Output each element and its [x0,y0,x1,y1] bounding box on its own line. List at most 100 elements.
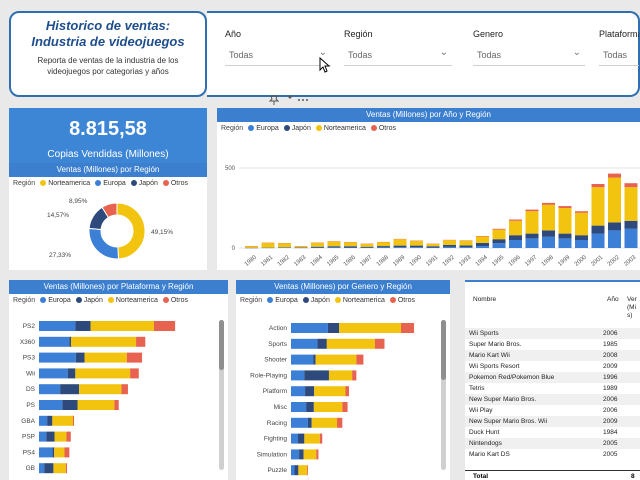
bar-segment-otros[interactable] [337,417,343,428]
bar-segment-norteamerica[interactable] [558,208,572,234]
slicer-genre[interactable]: Genero Todas ⌄ [473,29,585,66]
bar-segment-japón[interactable] [575,235,588,240]
bar-segment-norteamerica[interactable] [79,384,122,395]
bar-segment-japón[interactable] [608,222,621,231]
focus-dot-icon[interactable] [288,95,292,99]
bar-segment-europa[interactable] [291,402,307,412]
bar-segment-europa[interactable] [525,238,539,248]
genre-bar-chart[interactable]: Action Sports Shooter Role-Playing Platform M… [236,308,441,480]
bar-segment-norteamerica[interactable] [393,239,407,246]
slicer-platform-dropdown[interactable]: Todas [599,46,639,66]
bar-segment-norteamerica[interactable] [624,187,638,221]
more-options-icon[interactable] [298,99,308,101]
bar-segment-norteamerica[interactable] [54,431,67,442]
bar-segment-japón[interactable] [327,246,341,248]
bar-segment-otros[interactable] [66,431,71,442]
chevron-down-icon[interactable]: ⌄ [440,47,448,58]
bar-segment-japón[interactable] [492,239,506,244]
bar-segment-europa[interactable] [624,228,638,248]
bar-segment-norteamerica[interactable] [261,242,275,248]
bar-segment-otros[interactable] [307,465,309,476]
bar-segment-europa[interactable] [291,449,300,460]
bar-segment-norteamerica[interactable] [443,240,456,245]
platform-bar-chart[interactable]: PS2 X360 PS3 Wii DS PS GBA PSP PS4 GB [9,308,219,480]
bar-segment-europa[interactable] [291,433,299,444]
bar-segment-norteamerica[interactable] [315,354,357,365]
table-row[interactable]: Mario Kart Wii 2008 [465,350,640,361]
bar-segment-europa[interactable] [608,230,621,248]
slicer-platform[interactable]: Plataforma Todas [599,29,639,66]
bar-segment-europa[interactable] [291,465,295,476]
bar-segment-europa[interactable] [476,246,489,248]
bar-segment-japón[interactable] [62,400,78,410]
bar-segment-japón[interactable] [476,242,489,247]
bar-segment-japón[interactable] [558,233,572,239]
bar-segment-japón[interactable] [426,246,440,248]
legend-item[interactable]: Norteamerica [107,297,158,304]
bar-segment-europa[interactable] [291,386,306,397]
table-row[interactable]: New Super Mario Bros. 2006 [465,394,640,405]
legend-item[interactable]: Norteamerica [315,125,366,132]
table-row[interactable]: Pokemon Red/Pokemon Blue 1996 [465,372,640,383]
table-row[interactable]: Wii Sports 2006 [465,328,640,339]
bar-segment-norteamerica[interactable] [476,236,489,243]
bar-segment-norteamerica[interactable] [314,386,346,397]
bar-segment-norteamerica[interactable] [311,417,338,428]
legend-item[interactable]: Otros [162,180,188,187]
table-row[interactable]: Super Mario Bros. 1985 [465,339,640,350]
bar-segment-norteamerica[interactable] [294,246,308,248]
table-row[interactable]: Nintendogs 2005 [465,438,640,449]
bar-segment-europa[interactable] [377,247,390,248]
bar-segment-otros[interactable] [558,206,572,208]
bar-segment-norteamerica[interactable] [542,204,555,231]
bar-segment-europa[interactable] [443,246,456,248]
bar-segment-otros[interactable] [121,384,128,395]
chevron-down-icon[interactable]: ⌄ [573,47,581,58]
bar-segment-norteamerica[interactable] [360,243,374,247]
bar-segment-japón[interactable] [542,230,555,237]
bar-segment-norteamerica[interactable] [328,370,353,381]
table-row[interactable]: Mario Kart DS 2005 [465,449,640,460]
bar-segment-japón[interactable] [459,245,473,248]
bar-segment-europa[interactable] [39,336,70,347]
legend-item[interactable]: Japón [283,125,311,132]
bar-segment-japón[interactable] [306,402,314,412]
genre-scrollbar[interactable] [441,320,446,470]
slicer-region-dropdown[interactable]: Todas ⌄ [344,46,452,66]
table-row[interactable]: Duck Hunt 1984 [465,427,640,438]
bar-segment-europa[interactable] [39,384,61,395]
column-header-year[interactable]: Año [607,296,619,303]
bar-segment-japón[interactable] [327,323,340,333]
bar-segment-japón[interactable] [52,447,55,458]
bar-segment-otros[interactable] [542,202,555,205]
bar-segment-japón[interactable] [377,246,390,248]
bar-segment-europa[interactable] [291,370,305,381]
bar-segment-japón[interactable] [67,368,76,379]
bar-segment-otros[interactable] [130,368,139,379]
bar-segment-norteamerica[interactable] [327,241,341,247]
bar-segment-japón[interactable] [393,245,407,248]
bar-segment-norteamerica[interactable] [591,187,605,226]
bar-segment-japón[interactable] [75,321,91,331]
bar-segment-otros[interactable] [575,211,588,213]
bar-segment-otros[interactable] [624,183,638,188]
slicer-year[interactable]: Año Todas ⌄ [225,29,331,66]
table-row[interactable]: Wii Play 2006 [465,405,640,416]
bar-segment-norteamerica[interactable] [426,243,440,247]
bar-segment-europa[interactable] [575,240,588,248]
bar-segment-otros[interactable] [136,336,146,347]
bar-segment-norteamerica[interactable] [90,321,154,331]
bar-segment-otros[interactable] [492,228,506,230]
bar-segment-otros[interactable] [153,321,176,331]
bar-segment-europa[interactable] [327,247,341,248]
legend-item[interactable]: Europa [248,125,279,132]
column-header-sales[interactable]: Ver (Mi s) [627,296,640,320]
donut-chart[interactable]: 8,95% 14,57% 27,33% 49,15% [9,191,207,269]
bar-segment-japón[interactable] [294,465,299,476]
bar-segment-norteamerica[interactable] [311,242,324,247]
bar-segment-otros[interactable] [400,323,414,333]
bar-segment-japón[interactable] [311,246,324,248]
bar-segment-otros[interactable] [345,386,349,397]
bar-segment-otros[interactable] [608,173,621,178]
bar-segment-japón[interactable] [304,370,329,381]
